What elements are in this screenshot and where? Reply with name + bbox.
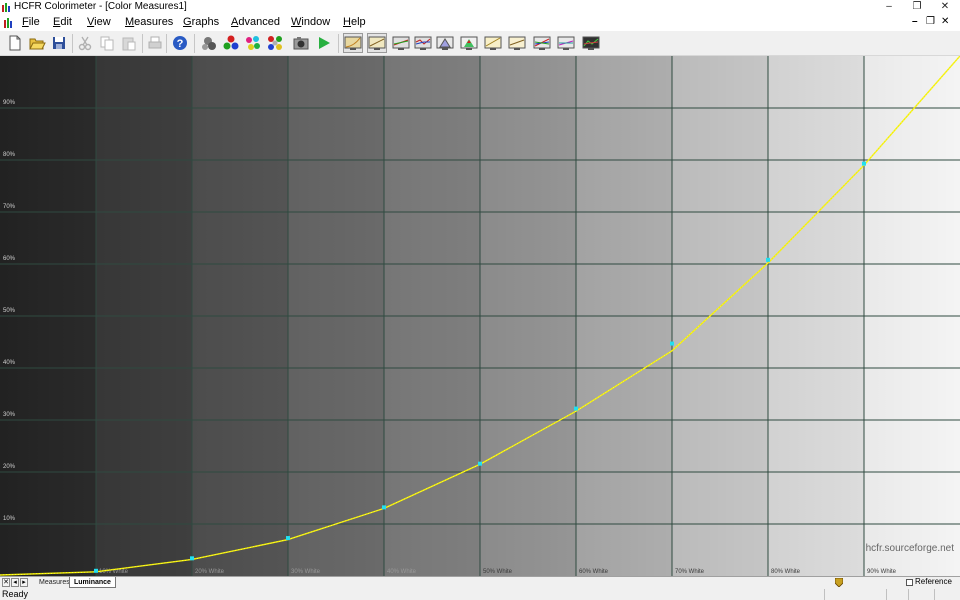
menu-bar: File Edit View Measures Graphs Advanced … [0, 14, 960, 31]
color-balls-icon[interactable] [244, 34, 262, 52]
menu-view[interactable]: View [87, 16, 111, 28]
watermark-text: hcfr.sourceforge.net [866, 543, 955, 554]
cut-icon[interactable] [76, 34, 94, 52]
data-point [766, 257, 770, 262]
mdi-minimize-button[interactable]: – [912, 16, 918, 27]
status-pane [824, 589, 886, 600]
toolbar: ? [0, 31, 960, 56]
mdi-restore-button[interactable]: ❐ [926, 16, 935, 27]
data-point [94, 568, 98, 573]
x-axis-labels: 10% White 20% White 30% White 40% White 50% … [99, 569, 897, 575]
new-icon[interactable] [6, 34, 24, 52]
y-tick-label: 50% [3, 308, 16, 314]
toolbar-separator [338, 34, 339, 53]
toolbar-separator [72, 34, 73, 53]
x-tick-label: 70% White [675, 569, 705, 575]
y-tick-label: 30% [3, 412, 16, 418]
help-icon[interactable]: ? [171, 34, 189, 52]
cie-graph-icon[interactable] [436, 34, 454, 52]
rgb-icon[interactable] [222, 34, 240, 52]
menu-help[interactable]: Help [343, 16, 366, 28]
measures-comparison-graph-icon[interactable] [582, 34, 600, 52]
sheet-tab-strip: ✕ ◂ ▸ Measures Luminance Reference [0, 576, 960, 588]
luminance-graph-icon[interactable] [343, 33, 363, 53]
menu-advanced[interactable]: Advanced [231, 16, 280, 28]
toolbar-separator [166, 34, 167, 53]
paste-icon[interactable] [120, 34, 138, 52]
data-point [862, 161, 866, 166]
y-tick-label: 90% [3, 100, 16, 106]
play-icon[interactable] [315, 34, 333, 52]
window-close-button[interactable]: ✕ [930, 0, 960, 14]
luminance-chart: 10% 20% 30% 40% 50% 60% 70% 80% 90% 10% White 20%… [0, 56, 960, 576]
status-bar: Ready [0, 588, 960, 600]
camera-icon[interactable] [292, 34, 310, 52]
toolbar-separator [142, 34, 143, 53]
open-folder-icon[interactable] [28, 34, 46, 52]
menu-window[interactable]: Window [291, 16, 330, 28]
rgb-levels-graph-icon[interactable] [392, 34, 410, 52]
data-point [382, 505, 386, 510]
y-tick-label: 20% [3, 464, 16, 470]
tab-close-button[interactable]: ✕ [2, 578, 10, 587]
menu-file[interactable]: File [22, 16, 40, 28]
near-black-graph-icon[interactable] [460, 34, 478, 52]
sensor-icon[interactable] [200, 34, 218, 52]
menu-measures[interactable]: Measures [125, 16, 173, 28]
toolbar-separator [194, 34, 195, 53]
y-tick-label: 40% [3, 360, 16, 366]
color-temperature-graph-icon[interactable] [414, 34, 432, 52]
color-grid-icon[interactable] [266, 34, 284, 52]
tab-prev-button[interactable]: ◂ [11, 578, 19, 587]
copy-icon[interactable] [98, 34, 116, 52]
window-restore-button[interactable]: ❐ [902, 0, 932, 14]
data-point [574, 406, 578, 411]
document-icon [4, 18, 12, 28]
x-tick-label: 90% White [867, 569, 897, 575]
title-bar: HCFR Colorimeter - [Color Measures1] – ❐… [0, 0, 960, 14]
window-title: HCFR Colorimeter - [Color Measures1] [14, 1, 187, 12]
data-point [286, 536, 290, 541]
print-icon[interactable] [146, 34, 164, 52]
y-tick-label: 10% [3, 516, 16, 522]
gamma-graph-icon[interactable] [367, 33, 387, 53]
tab-luminance[interactable]: Luminance [69, 577, 116, 588]
shield-icon [835, 578, 843, 587]
data-point [190, 556, 194, 561]
x-tick-label: 40% White [387, 569, 417, 575]
x-tick-label: 60% White [579, 569, 609, 575]
mdi-close-button[interactable]: ✕ [941, 16, 949, 27]
x-tick-label: 80% White [771, 569, 801, 575]
tab-next-button[interactable]: ▸ [20, 578, 28, 587]
status-pane [934, 589, 960, 600]
svg-text:?: ? [177, 38, 184, 50]
luminance-chart-svg: 10%20%30%40%50%60%70%80%90% 10% White 20%… [0, 56, 960, 576]
near-white-graph-icon[interactable] [484, 34, 502, 52]
data-point [478, 461, 482, 466]
y-tick-label: 80% [3, 152, 16, 158]
x-tick-label: 20% White [195, 569, 225, 575]
menu-graphs[interactable]: Graphs [183, 16, 219, 28]
status-pane [886, 589, 908, 600]
reference-label: Reference [915, 577, 952, 586]
x-tick-label: 50% White [483, 569, 513, 575]
app-icon [2, 3, 10, 12]
y-tick-label: 60% [3, 256, 16, 262]
save-icon[interactable] [50, 34, 68, 52]
status-text: Ready [2, 589, 29, 599]
saturation-luminance-graph-icon[interactable] [508, 34, 526, 52]
menu-edit[interactable]: Edit [53, 16, 72, 28]
y-tick-label: 70% [3, 204, 16, 210]
measures-comparison-graph-icon[interactable] [557, 34, 575, 52]
reference-checkbox[interactable] [906, 579, 913, 586]
window-minimize-button[interactable]: – [874, 0, 904, 14]
saturation-shift-graph-icon[interactable] [533, 34, 551, 52]
data-point [670, 341, 674, 346]
status-pane [908, 589, 934, 600]
x-tick-label: 30% White [291, 569, 321, 575]
